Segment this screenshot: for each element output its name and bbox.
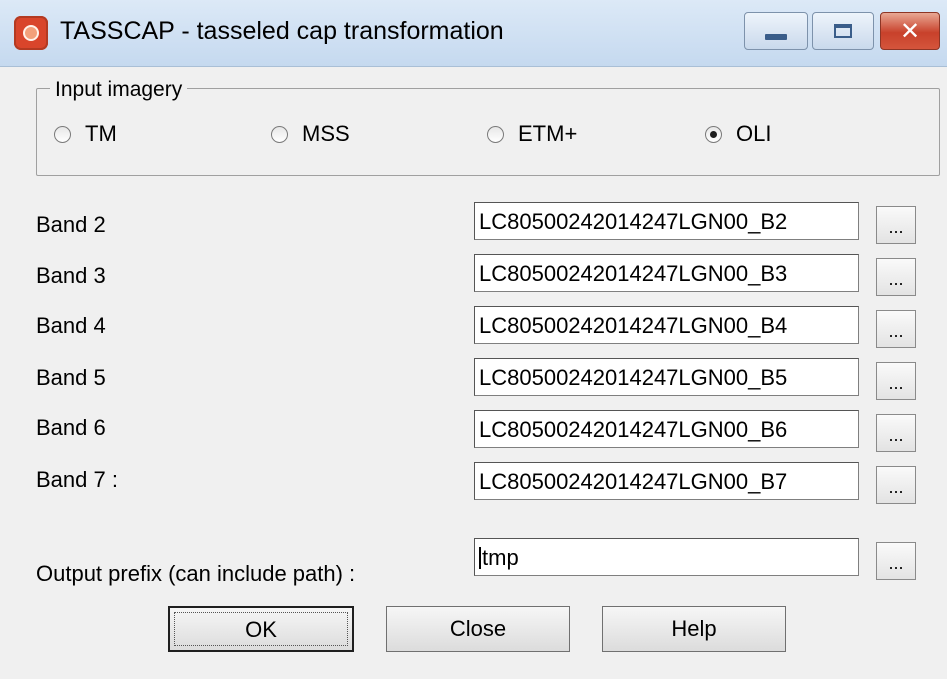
radio-mss[interactable]: MSS	[271, 119, 350, 149]
close-button[interactable]: Close	[386, 606, 570, 652]
minimize-icon[interactable]	[744, 12, 808, 50]
window-title: TASSCAP - tasseled cap transformation	[60, 17, 504, 45]
output-prefix-browse-button[interactable]: ...	[876, 542, 916, 580]
radio-tm-indicator[interactable]	[54, 125, 71, 143]
app-icon	[14, 16, 48, 50]
band-3-browse-button[interactable]: ...	[876, 258, 916, 296]
band-4-browse-button[interactable]: ...	[876, 310, 916, 348]
radio-mss-indicator[interactable]	[271, 125, 288, 143]
output-prefix-input[interactable]: tmp	[474, 538, 859, 576]
band-5-input[interactable]: LC80500242014247LGN00_B5	[474, 358, 859, 396]
band-4-label: Band 4	[36, 313, 106, 338]
band-6-input[interactable]: LC80500242014247LGN00_B6	[474, 410, 859, 448]
band-6-label: Band 6	[36, 415, 106, 440]
band-2-input[interactable]: LC80500242014247LGN00_B2	[474, 202, 859, 240]
radio-oli[interactable]: OLI	[705, 119, 771, 149]
help-button[interactable]: Help	[602, 606, 786, 652]
band-7-input[interactable]: LC80500242014247LGN00_B7	[474, 462, 859, 500]
band-7-browse-button[interactable]: ...	[876, 466, 916, 504]
maximize-icon[interactable]	[812, 12, 874, 50]
radio-etm-plus-label[interactable]: ETM+	[518, 121, 577, 147]
radio-etm-plus[interactable]: ETM+	[487, 119, 577, 149]
radio-oli-indicator[interactable]	[705, 125, 722, 143]
input-imagery-label: Input imagery	[50, 78, 188, 102]
band-3-input[interactable]: LC80500242014247LGN00_B3	[474, 254, 859, 292]
band-5-browse-button[interactable]: ...	[876, 362, 916, 400]
band-2-label: Band 2	[36, 212, 106, 237]
tasscap-dialog: TASSCAP - tasseled cap transformation In…	[0, 0, 947, 679]
radio-mss-label[interactable]: MSS	[302, 121, 350, 147]
band-3-label: Band 3	[36, 263, 106, 288]
radio-tm[interactable]: TM	[54, 119, 117, 149]
output-prefix-value: tmp	[482, 545, 519, 570]
band-2-browse-button[interactable]: ...	[876, 206, 916, 244]
band-4-input[interactable]: LC80500242014247LGN00_B4	[474, 306, 859, 344]
band-6-browse-button[interactable]: ...	[876, 414, 916, 452]
radio-tm-label[interactable]: TM	[85, 121, 117, 147]
band-7-label: Band 7 :	[36, 467, 118, 492]
text-caret	[479, 547, 481, 569]
radio-etm-plus-indicator[interactable]	[487, 125, 504, 143]
close-icon[interactable]	[880, 12, 940, 50]
ok-button[interactable]: OK	[168, 606, 354, 652]
radio-oli-label[interactable]: OLI	[736, 121, 771, 147]
output-prefix-label: Output prefix (can include path) :	[36, 561, 356, 586]
band-5-label: Band 5	[36, 365, 106, 390]
title-bar[interactable]: TASSCAP - tasseled cap transformation	[0, 0, 947, 67]
